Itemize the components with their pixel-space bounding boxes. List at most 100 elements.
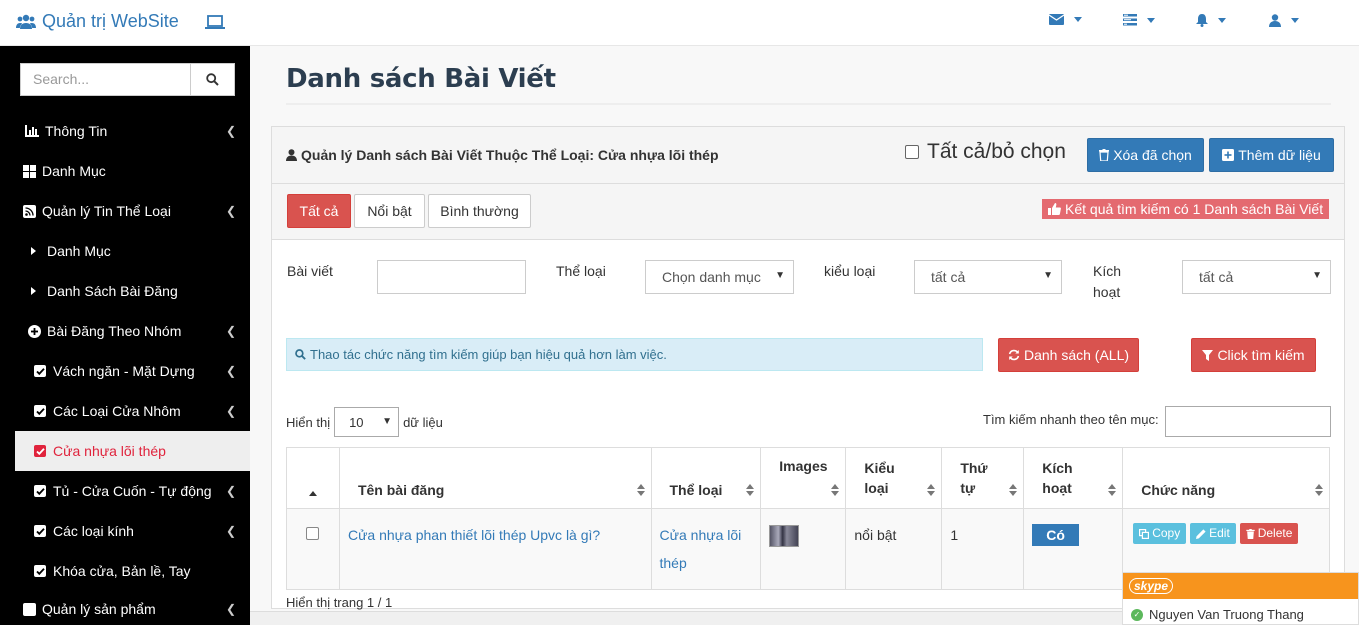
- sidebar-item-thong-tin[interactable]: Thông Tin ❮: [15, 111, 250, 151]
- list-all-label: Danh sách (ALL): [1023, 347, 1130, 363]
- sidebar-item-label: Danh Mục: [42, 163, 106, 179]
- active-filter-select[interactable]: tất cả ▼: [1182, 260, 1331, 294]
- sidebar-item-cac-loai-kinh[interactable]: Các loại kính ❮: [15, 511, 250, 551]
- sidebar-item-khoa-cua[interactable]: Khóa cửa, Bản lề, Tay: [15, 551, 250, 591]
- category-filter-select[interactable]: Chọn danh mục ▼: [645, 260, 794, 294]
- column-header-select[interactable]: [286, 447, 340, 509]
- sidebar-item-danh-muc[interactable]: Danh Mục: [15, 151, 250, 191]
- chevron-down-icon: ▼: [382, 416, 393, 427]
- sort-icon: [831, 484, 840, 496]
- chevron-left-icon: ❮: [225, 324, 236, 338]
- add-data-button[interactable]: Thêm dữ liệu: [1209, 138, 1334, 172]
- sidebar-search: Search...: [20, 63, 235, 96]
- edit-button[interactable]: Edit: [1190, 523, 1236, 544]
- active-badge[interactable]: Có: [1032, 524, 1079, 546]
- sidebar-item-tu-cua-cuon[interactable]: Tủ - Cửa Cuốn - Tự động ❮: [15, 471, 250, 511]
- delete-button[interactable]: Delete: [1239, 523, 1299, 544]
- skype-logo: skype: [1129, 578, 1174, 594]
- article-filter-label: Bài viết: [287, 263, 333, 279]
- column-header-category[interactable]: Thể loại: [650, 447, 762, 509]
- bar-chart-icon: [25, 124, 39, 138]
- row-active-cell: Có: [1023, 508, 1124, 590]
- messages-dropdown[interactable]: [1049, 14, 1082, 25]
- user-dropdown[interactable]: [1269, 14, 1299, 27]
- user-icon: [286, 149, 297, 161]
- sidebar-item-quan-ly-tin-the-loai[interactable]: Quản lý Tin Thể Loại ❮: [15, 191, 250, 231]
- column-header-type-label: loại: [864, 480, 889, 496]
- page-length-value: 10: [349, 415, 364, 430]
- category-link[interactable]: Cửa nhựa lõi thép: [660, 527, 742, 571]
- sidebar-item-bai-dang-theo-nhom[interactable]: Bài Đăng Theo Nhóm ❮: [15, 311, 250, 351]
- brand-link[interactable]: Quản trị WebSite: [16, 11, 179, 32]
- search-result-badge: Kết quả tìm kiếm có 1 Danh sách Bài Viết: [1042, 199, 1330, 219]
- type-filter-label: kiểu loại: [824, 263, 876, 279]
- sidebar-item-danh-sach-bai-dang[interactable]: Danh Sách Bài Đăng: [15, 271, 250, 311]
- active-filter-value: tất cả: [1199, 269, 1234, 285]
- sidebar-item-label: Quản lý Tin Thể Loại: [42, 203, 171, 219]
- sidebar-search-input[interactable]: Search...: [21, 64, 191, 95]
- delete-selected-label: Xóa đã chọn: [1113, 147, 1192, 163]
- tasks-dropdown[interactable]: [1123, 14, 1155, 26]
- info-alert-text: Thao tác chức năng tìm kiếm giúp bạn hiệ…: [310, 347, 667, 362]
- column-header-name-label: Tên bài đăng: [357, 482, 445, 498]
- article-thumbnail[interactable]: [769, 525, 800, 547]
- sort-icon: [1315, 484, 1323, 496]
- column-header-name[interactable]: Tên bài đăng: [338, 447, 652, 509]
- windows-icon: [22, 164, 36, 178]
- tab-normal[interactable]: Bình thường: [428, 194, 531, 228]
- page-length-prefix: Hiển thị: [286, 414, 331, 430]
- laptop-icon[interactable]: [205, 13, 225, 31]
- panel-title: Quản lý Danh sách Bài Viết Thuộc Thể Loạ…: [286, 147, 719, 163]
- caret-right-icon: [31, 287, 36, 295]
- tab-featured[interactable]: Nổi bật: [354, 194, 425, 228]
- column-header-active[interactable]: Kích hoạt: [1023, 447, 1124, 509]
- refresh-icon: [1008, 349, 1020, 361]
- sidebar-item-cac-loai-cua-nhom[interactable]: Các Loại Cửa Nhôm ❮: [15, 391, 250, 431]
- sidebar-item-label: Quản lý sản phẩm: [42, 601, 156, 617]
- filter-tabs-bar: Tất cả Nổi bật Bình thường Kết quả tìm k…: [272, 184, 1344, 240]
- chevron-left-icon: ❮: [225, 484, 236, 498]
- row-checkbox[interactable]: [306, 527, 320, 540]
- skype-widget[interactable]: skype ✓ Nguyen Van Truong Thang: [1122, 572, 1359, 625]
- type-filter-select[interactable]: tất cả ▼: [914, 260, 1062, 294]
- trash-icon: [1246, 528, 1255, 539]
- chevron-left-icon: ❮: [225, 204, 236, 218]
- column-header-actions[interactable]: Chức năng: [1122, 447, 1330, 509]
- row-image-cell: [760, 508, 847, 590]
- sidebar-item-quan-ly-san-pham[interactable]: Quản lý sản phẩm ❮: [15, 589, 250, 625]
- sidebar-item-label: Vách ngăn - Mặt Dựng: [53, 363, 195, 379]
- column-header-images[interactable]: Images: [760, 447, 847, 509]
- sidebar-search-button[interactable]: [191, 64, 234, 95]
- check-square-icon: [33, 404, 47, 418]
- column-header-category-label: Thể loại: [669, 482, 723, 498]
- search-icon: [295, 349, 306, 360]
- column-header-type[interactable]: Kiểu loại: [845, 447, 943, 509]
- content-panel: Quản lý Danh sách Bài Viết Thuộc Thể Loạ…: [271, 126, 1345, 610]
- chevron-down-icon: ▼: [775, 270, 785, 281]
- column-header-actions-label: Chức năng: [1141, 482, 1216, 498]
- select-all-toggle[interactable]: Tất cả/bỏ chọn: [905, 140, 1066, 164]
- column-header-order[interactable]: Thứ tự: [941, 447, 1025, 509]
- sidebar-item-cua-nhua-loi-thep[interactable]: Cửa nhựa lõi thép: [15, 431, 250, 471]
- search-button[interactable]: Click tìm kiếm: [1191, 338, 1316, 372]
- sort-icon: [927, 484, 936, 496]
- sidebar-item-vach-ngan[interactable]: Vách ngăn - Mặt Dựng ❮: [15, 351, 250, 391]
- sidebar-item-danh-muc-sub[interactable]: Danh Mục: [15, 231, 250, 271]
- select-all-checkbox[interactable]: [905, 145, 919, 159]
- list-icon: [22, 602, 36, 616]
- list-all-button[interactable]: Danh sách (ALL): [998, 338, 1139, 372]
- check-square-icon: [33, 364, 47, 378]
- quick-search-input[interactable]: [1165, 406, 1331, 437]
- sidebar: Search... Thông Tin ❮ Danh Mục Quản lý T…: [0, 46, 250, 625]
- copy-button[interactable]: Copy: [1133, 523, 1187, 544]
- tab-all[interactable]: Tất cả: [287, 194, 351, 228]
- page-length-select[interactable]: 10 ▼: [334, 407, 400, 437]
- chevron-left-icon: ❮: [225, 124, 236, 138]
- sort-icon: [1009, 484, 1018, 496]
- bottom-bar: [250, 611, 1122, 625]
- article-filter-input[interactable]: [377, 260, 526, 294]
- skype-contact[interactable]: ✓ Nguyen Van Truong Thang: [1123, 599, 1358, 625]
- article-link[interactable]: Cửa nhựa phan thiết lõi thép Upvc là gì?: [348, 527, 600, 543]
- alerts-dropdown[interactable]: [1196, 14, 1226, 27]
- delete-selected-button[interactable]: Xóa đã chọn: [1087, 138, 1204, 172]
